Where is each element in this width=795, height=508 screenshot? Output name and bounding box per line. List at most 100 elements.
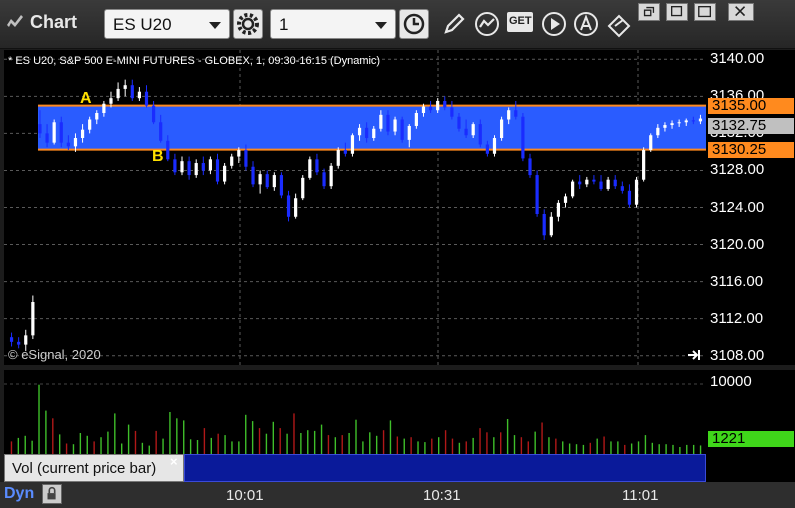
- price-tick-label: 3128.00: [710, 161, 765, 179]
- close-icon[interactable]: ×: [170, 454, 178, 469]
- dynamic-mode-label[interactable]: Dyn: [4, 485, 34, 503]
- price-chart-pane[interactable]: * ES U20, S&P 500 E-MINI FUTURES - GLOBE…: [4, 50, 706, 365]
- band-upper-tag: 3135.00: [708, 97, 794, 114]
- candle-body: [492, 138, 497, 154]
- volume-legend[interactable]: Vol (current price bar): [4, 454, 184, 482]
- candle-body: [194, 163, 198, 176]
- candle-body: [59, 122, 63, 143]
- candle-body: [244, 150, 248, 167]
- scroll-to-end-icon[interactable]: [686, 348, 702, 362]
- candle-body: [578, 181, 582, 185]
- candle-body: [606, 179, 610, 189]
- time-axis[interactable]: Dyn 10:01 10:31 11:01: [0, 482, 795, 508]
- symbol-combo[interactable]: ES U20: [104, 9, 230, 39]
- chart-header: * ES U20, S&P 500 E-MINI FUTURES - GLOBE…: [8, 55, 381, 67]
- price-tick-label: 3108.00: [710, 346, 765, 364]
- maximize-button[interactable]: [666, 3, 688, 21]
- pencil-draw-icon[interactable]: [440, 10, 468, 38]
- share-icon[interactable]: [605, 10, 633, 38]
- candle-body: [684, 120, 688, 123]
- settings-button[interactable]: [233, 9, 263, 39]
- candle-body: [585, 179, 589, 185]
- candle-body: [102, 103, 106, 113]
- candle-body: [151, 105, 156, 123]
- candle-body: [24, 335, 28, 345]
- candle-body: [407, 125, 411, 140]
- clock-icon: [403, 13, 425, 35]
- candle-body: [428, 106, 433, 111]
- time-button[interactable]: [399, 9, 429, 39]
- play-icon[interactable]: [540, 10, 568, 38]
- candle-body: [471, 124, 475, 136]
- volume-axis[interactable]: 10000 0 1221: [706, 370, 795, 482]
- candle-body: [656, 127, 660, 136]
- close-icon: [735, 6, 746, 17]
- chevron-down-icon[interactable]: [209, 22, 221, 29]
- candle-body: [670, 123, 674, 126]
- candle-body: [137, 91, 141, 99]
- interval-combo[interactable]: 1: [270, 9, 396, 39]
- candle-body: [563, 196, 568, 203]
- candle-body: [294, 198, 298, 217]
- last-price-tag: 3132.75: [708, 118, 794, 135]
- candle-body: [677, 122, 681, 124]
- candle-body: [663, 125, 667, 128]
- volume-chart-svg: [4, 383, 706, 454]
- esignal-logo-icon: [7, 15, 23, 27]
- studies-icon[interactable]: [473, 10, 501, 38]
- candle-body: [279, 175, 284, 196]
- candle-body: [116, 88, 120, 99]
- alert-icon[interactable]: [572, 10, 600, 38]
- volume-tick-label: 10000: [710, 373, 752, 390]
- candle-body: [436, 100, 440, 111]
- restore-button[interactable]: [638, 3, 660, 21]
- window-title: Chart: [30, 12, 78, 32]
- get-button[interactable]: GET: [507, 12, 533, 32]
- chevron-down-icon[interactable]: [375, 22, 387, 29]
- candle-body: [73, 138, 78, 147]
- candle-body: [329, 165, 333, 187]
- candle-body: [549, 216, 553, 236]
- price-tick-label: 3124.00: [710, 198, 765, 216]
- candle-body: [499, 119, 504, 139]
- candle-body: [38, 124, 42, 134]
- candle-body: [251, 166, 255, 185]
- candle-body: [613, 179, 617, 187]
- candle-body: [166, 140, 170, 160]
- interval-value: 1: [279, 15, 289, 34]
- candle-body: [315, 159, 319, 173]
- candle-body: [301, 177, 305, 199]
- get-icon: GET: [509, 15, 532, 27]
- label-a: A: [80, 90, 92, 107]
- minimize-button[interactable]: [694, 3, 716, 21]
- copyright-label: © eSignal, 2020: [8, 347, 101, 362]
- candle-body: [123, 85, 127, 89]
- candle-body: [336, 150, 340, 166]
- candle-body: [88, 119, 92, 130]
- candle-body: [187, 161, 191, 176]
- candle-body: [130, 85, 134, 99]
- candle-body: [414, 113, 418, 126]
- candle-body: [357, 127, 362, 136]
- candle-body: [556, 202, 561, 217]
- candle-body: [592, 179, 596, 182]
- lock-icon[interactable]: [42, 484, 62, 504]
- candle-body: [237, 150, 241, 157]
- time-label: 10:01: [226, 487, 264, 504]
- candle-body: [322, 172, 326, 187]
- price-tick-label: 3120.00: [710, 235, 765, 253]
- price-chart-svg: [4, 50, 706, 365]
- candle-body: [627, 190, 632, 205]
- candle-body: [159, 122, 163, 141]
- candle-body: [144, 91, 149, 106]
- candle-body: [379, 114, 383, 129]
- candle-body: [17, 341, 21, 345]
- close-button[interactable]: [728, 3, 754, 21]
- time-label: 10:31: [423, 487, 461, 504]
- last-volume-tag: 1221: [708, 431, 794, 447]
- price-axis[interactable]: 3140.003136.003132.003128.003124.003120.…: [706, 50, 795, 365]
- candle-body: [180, 161, 184, 173]
- candle-body: [421, 106, 426, 113]
- candle-body: [265, 174, 269, 188]
- candle-body: [208, 159, 213, 171]
